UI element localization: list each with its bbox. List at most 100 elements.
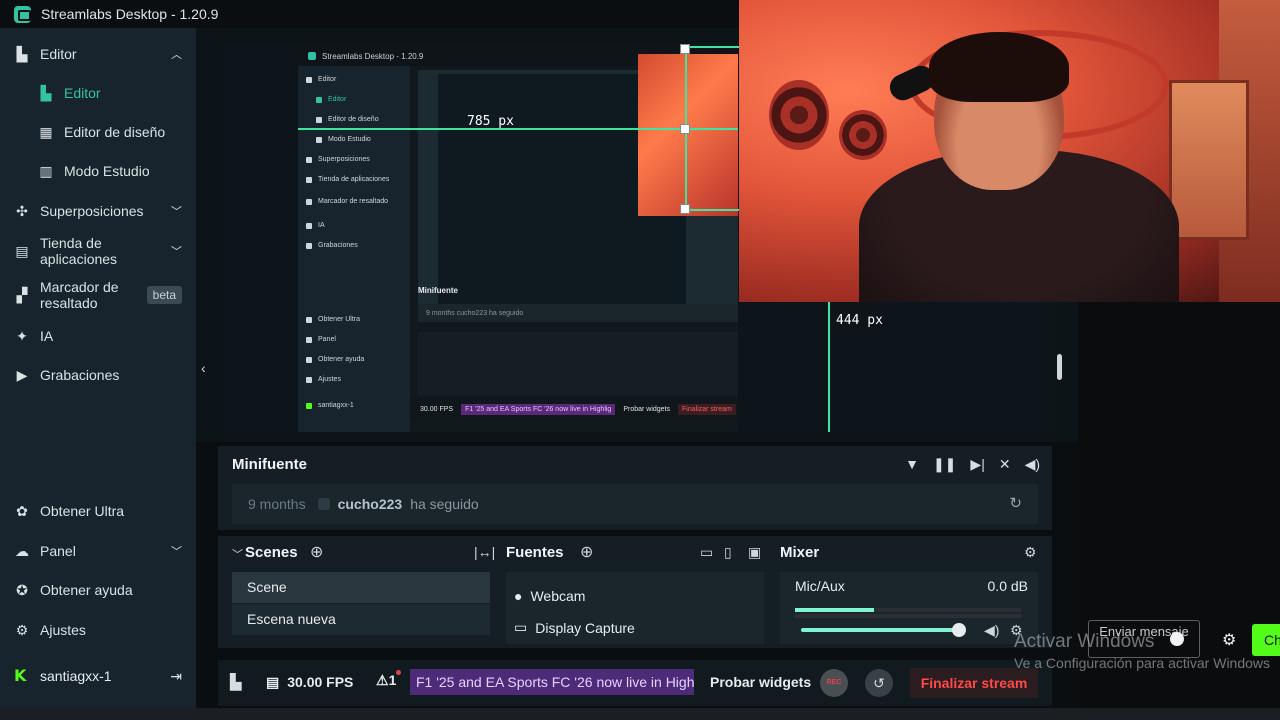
minifuente-toolbar: ▼ ❚❚ ▶| ✕ ◀) (905, 456, 1040, 473)
channel-db: 0.0 dB (987, 578, 1028, 594)
screen: Streamlabs Desktop - 1.20.9 ▙ Editor ︿ ▙… (0, 0, 1280, 720)
sidebar-item-studio-mode[interactable]: ▥ Modo Estudio (0, 153, 196, 189)
emoji-icon[interactable] (1170, 632, 1184, 646)
sidebar-item-dashboard[interactable]: ☁ Panel ﹀ (0, 533, 196, 569)
beta-badge: beta (146, 286, 182, 304)
grid-icon: ▦ (39, 123, 53, 140)
nested-item: Ajustes (306, 376, 341, 384)
chat-button[interactable]: Ch (1252, 624, 1280, 656)
nested-minifuente-title: Minifuente (418, 286, 458, 295)
nested-item: Obtener Ultra (306, 316, 360, 324)
sidebar: ▙ Editor ︿ ▙ Editor ▦ Editor de diseño ▥… (0, 28, 196, 708)
selection-top-line (685, 46, 739, 48)
nested-item: Modo Estudio (316, 136, 371, 144)
test-widgets-button[interactable]: Probar widgets (710, 674, 811, 690)
ultra-icon: ✿ (16, 502, 28, 519)
chat-settings-icon[interactable]: ⚙ (1222, 630, 1236, 650)
audio-meter (795, 608, 1021, 612)
audio-meter-secondary (795, 614, 1021, 618)
sidebar-item-recordings[interactable]: ▶ Grabaciones (0, 357, 196, 393)
vertical-guide-line (828, 302, 830, 432)
performance-chart-icon[interactable]: ▙ (230, 673, 242, 691)
gear-icon: ⚙ (15, 621, 29, 638)
skip-icon[interactable]: ▶| (970, 456, 984, 473)
editor-scrollbar[interactable] (1057, 354, 1062, 380)
group-icon[interactable]: ▯ (724, 544, 732, 561)
add-folder-icon[interactable]: ▣ (748, 544, 761, 561)
nested-item: Obtener ayuda (306, 356, 364, 364)
title-bar: Streamlabs Desktop - 1.20.9 (0, 0, 740, 28)
logout-icon[interactable]: ⇥ (170, 668, 182, 685)
scene-item[interactable]: Escena nueva (232, 604, 490, 635)
sidebar-item-editor-group[interactable]: ▙ Editor ︿ (0, 36, 196, 72)
folder-icon[interactable]: ▭ (700, 544, 713, 561)
sidebar-item-overlays[interactable]: ✣ Superposiciones ﹀ (0, 193, 196, 229)
nested-item: Grabaciones (306, 242, 358, 250)
studio-mode-icon: ▥ (39, 162, 53, 179)
collapse-icon[interactable]: ﹀ (232, 546, 243, 562)
volume-slider-knob[interactable] (952, 623, 966, 637)
horizontal-guide-line (298, 128, 738, 130)
resize-handle[interactable] (680, 44, 690, 54)
pause-icon[interactable]: ❚❚ (933, 456, 956, 473)
sidebar-item-settings[interactable]: ⚙ Ajustes (0, 612, 196, 648)
sidebar-item-ai[interactable]: ✦ IA (0, 318, 196, 354)
store-icon: ▤ (15, 242, 29, 259)
channel-name: Mic/Aux (795, 578, 845, 594)
follow-icon (317, 498, 330, 510)
replay-buffer-button[interactable]: ↺ (865, 669, 893, 697)
chevron-down-icon: ﹀ (171, 206, 182, 218)
event-row: 9 months cucho223 ha seguido ↻ (232, 484, 1038, 524)
app-title: Streamlabs Desktop - 1.20.9 (41, 6, 219, 22)
record-button[interactable]: REC (820, 669, 848, 697)
event-time: 9 months (248, 496, 306, 512)
sidebar-item-editor[interactable]: ▙ Editor (0, 75, 196, 111)
sidebar-item-ultra[interactable]: ✿ Obtener Ultra (0, 493, 196, 529)
volume-icon[interactable]: ◀) (1025, 456, 1040, 473)
alert-indicator[interactable]: ⚠1 (376, 672, 396, 689)
source-item[interactable]: ● Webcam (514, 588, 585, 604)
vertical-distance-label: 444 px (836, 313, 883, 328)
chevron-down-icon: ﹀ (171, 546, 182, 558)
mute-notifications-icon[interactable]: ✕ (999, 456, 1011, 473)
horizontal-distance-label: 785 px (467, 114, 514, 129)
mixer-settings-icon[interactable]: ⚙ (1024, 544, 1037, 561)
sidebar-item-layout-editor[interactable]: ▦ Editor de diseño (0, 114, 196, 150)
kick-logo-icon: K (14, 666, 27, 685)
sources-panel: Fuentes ⊕ ▭ ▯ ▣ ● Webcam ▭ Display Captu… (498, 536, 772, 648)
volume-slider[interactable] (801, 628, 959, 632)
nested-item: Editor de diseño (316, 116, 379, 124)
event-action: ha seguido (410, 496, 479, 512)
add-source-icon[interactable]: ⊕ (580, 542, 593, 562)
monitor-icon: ▭ (514, 619, 528, 635)
sidebar-item-help[interactable]: ✪ Obtener ayuda (0, 572, 196, 608)
replay-icon[interactable]: ↻ (1009, 494, 1022, 512)
add-scene-icon[interactable]: ⊕ (310, 542, 323, 562)
nested-item: Superposiciones (306, 156, 370, 164)
alert-dot (396, 670, 401, 675)
mixer-panel: Mixer ⚙ Mic/Aux 0.0 dB ◀) ⚙ (772, 536, 1052, 648)
nested-item: Panel (306, 336, 336, 344)
source-item[interactable]: ▭ Display Capture (514, 619, 635, 636)
sidebar-item-app-store[interactable]: ▤ Tienda de aplicaciones ﹀ (0, 233, 196, 269)
nested-sidebar: Editor Editor Editor de diseño Modo Estu… (298, 66, 410, 432)
resize-handle[interactable] (680, 124, 690, 134)
nested-footer: 30.00 FPS F1 '25 and EA Sports FC '26 no… (410, 398, 738, 420)
promo-banner[interactable]: F1 '25 and EA Sports FC '26 now live in … (410, 669, 694, 695)
collapse-sidebar-icon[interactable]: ‹ (201, 360, 206, 376)
filter-icon[interactable]: ▼ (905, 456, 919, 473)
user-account[interactable]: K santiagxx-1 ⇥ (0, 656, 196, 696)
dartboard (839, 110, 887, 160)
resize-handle[interactable] (680, 204, 690, 214)
minifuente-panel: Minifuente ▼ ❚❚ ▶| ✕ ◀) 9 months cucho22… (218, 446, 1052, 530)
nested-item: Editor (316, 96, 346, 104)
scene-item[interactable]: Scene (232, 572, 490, 603)
volume-icon[interactable]: ◀) (984, 622, 999, 639)
webcam-source[interactable] (739, 0, 1280, 302)
end-stream-button[interactable]: Finalizar stream (910, 668, 1038, 698)
help-icon: ✪ (16, 581, 28, 598)
sidebar-item-highlighter[interactable]: ▞ Marcador de resaltado beta (0, 277, 196, 313)
sparkle-icon: ✦ (16, 327, 28, 344)
selection-bottom-line (685, 209, 739, 211)
transitions-icon[interactable]: |↔| (474, 544, 495, 560)
